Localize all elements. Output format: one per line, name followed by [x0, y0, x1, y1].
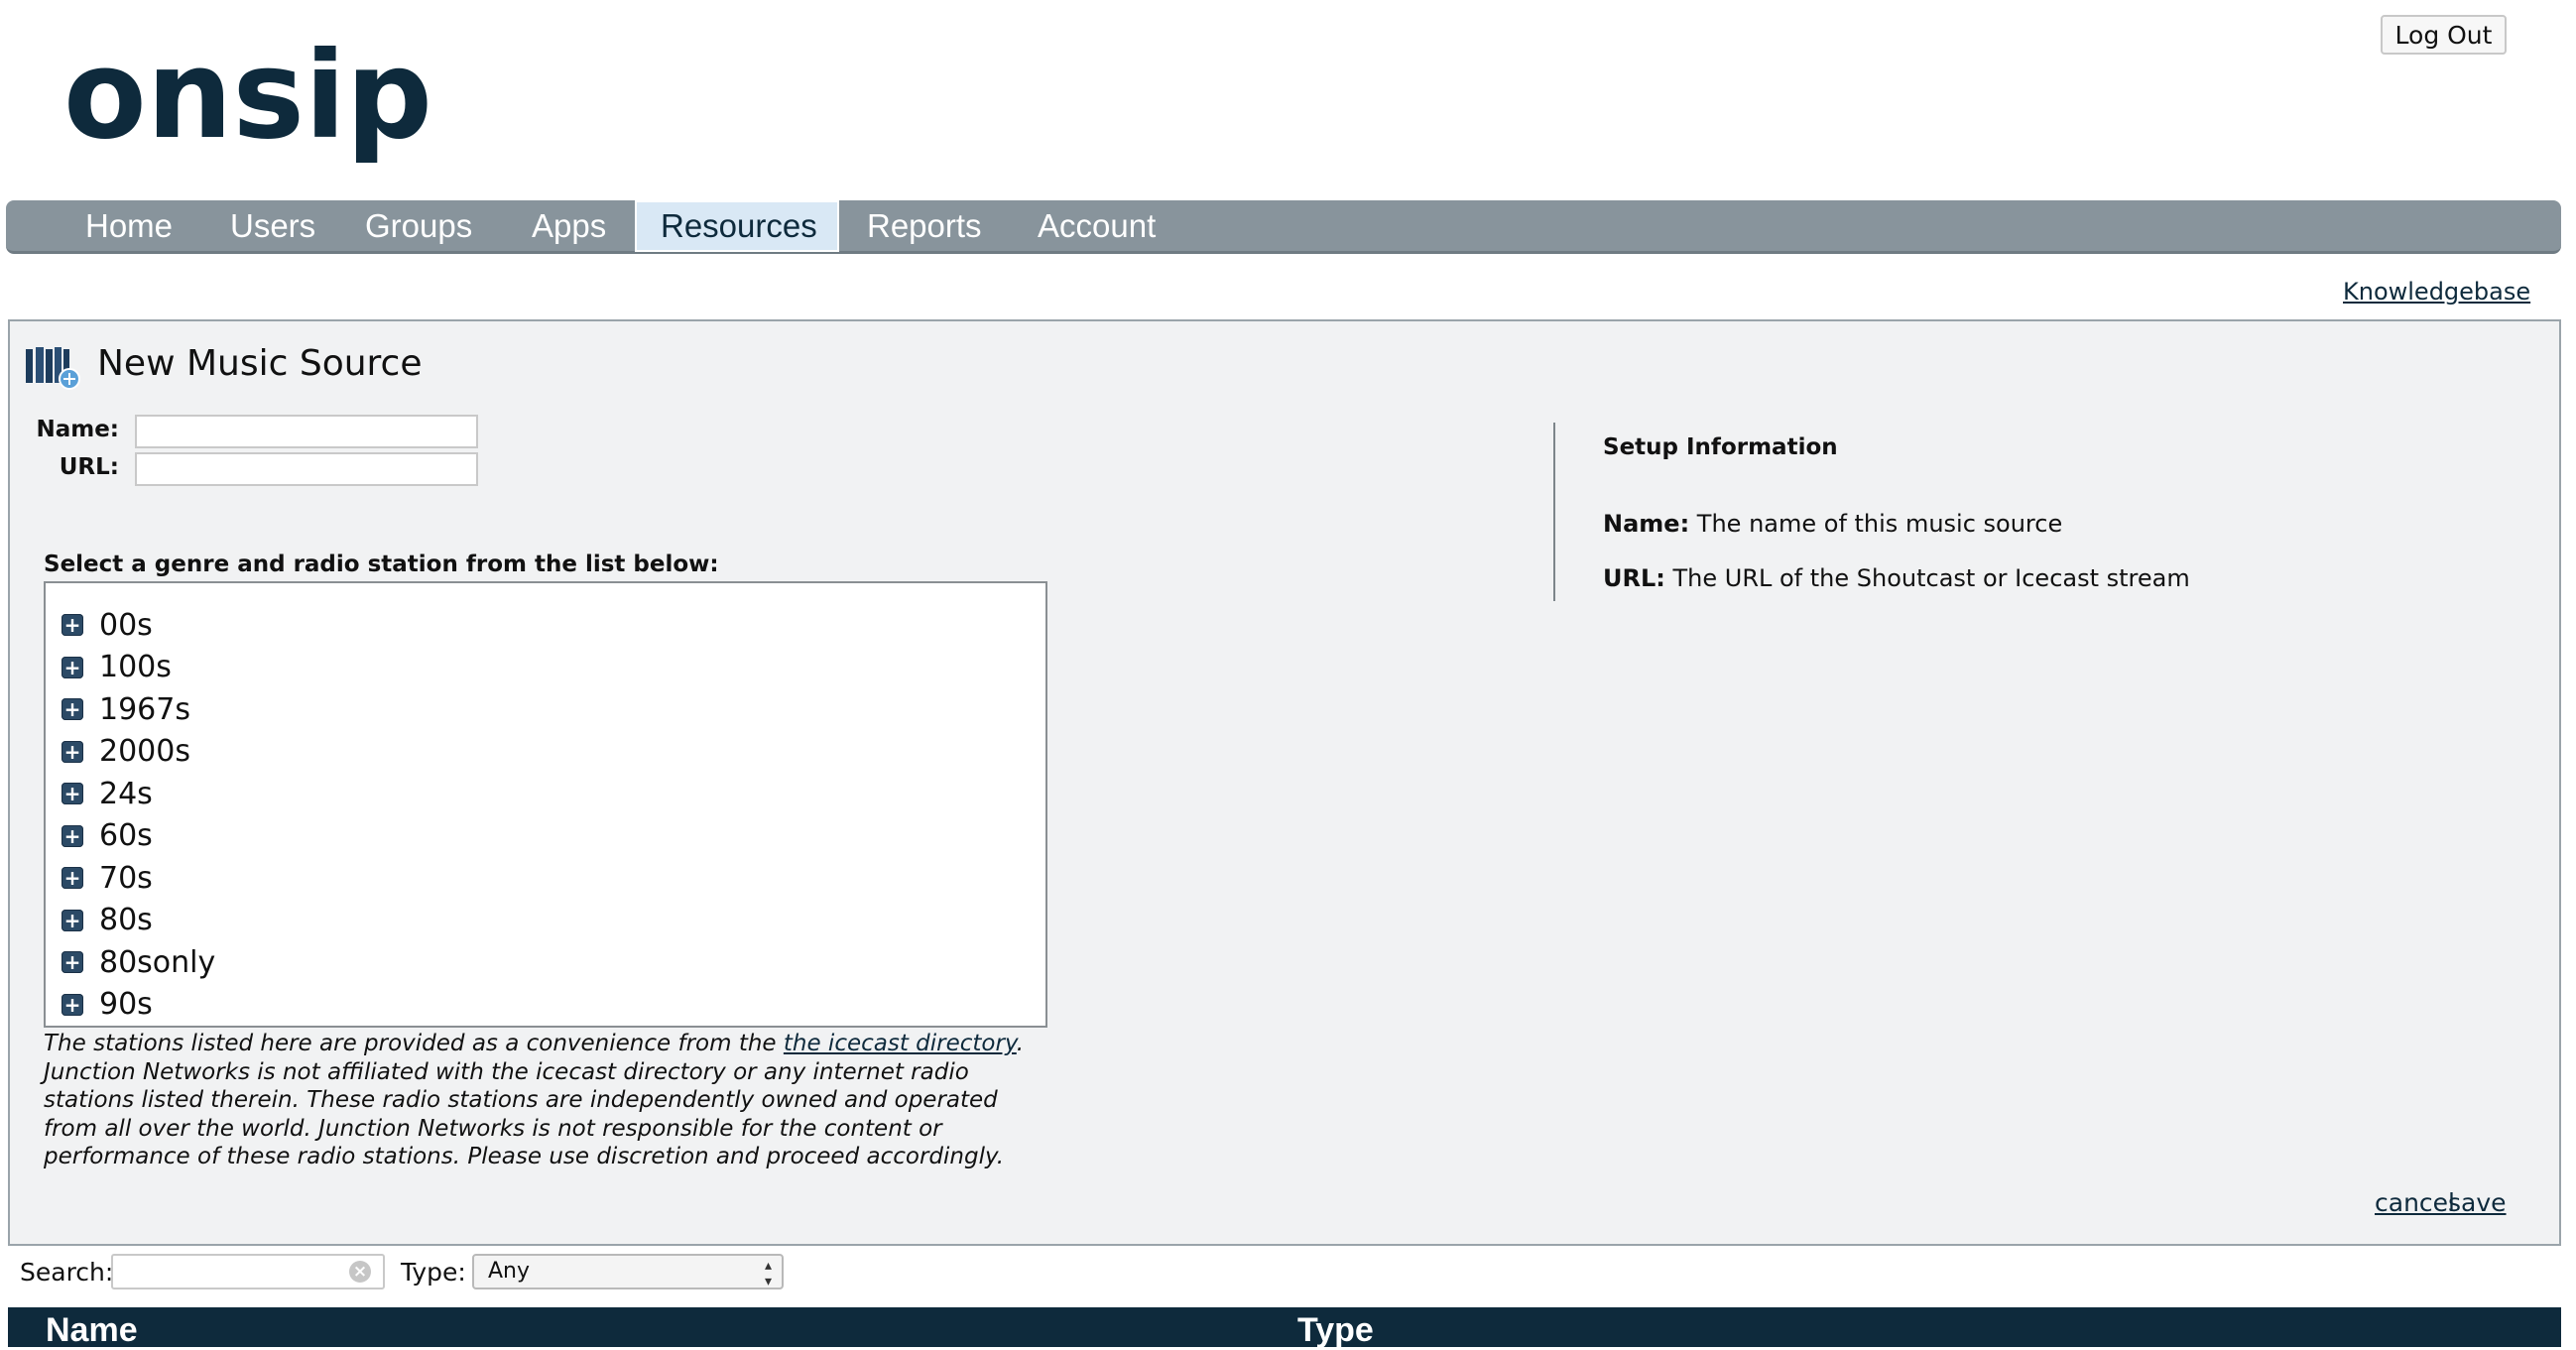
- expand-plus-icon[interactable]: +: [61, 951, 83, 973]
- genre-label: 100s: [99, 650, 172, 684]
- expand-plus-icon[interactable]: +: [61, 867, 83, 889]
- nav-users[interactable]: Users: [230, 200, 315, 252]
- genre-item[interactable]: + 80sonly: [61, 942, 215, 982]
- expand-plus-icon[interactable]: +: [61, 783, 83, 804]
- save-link[interactable]: save: [2448, 1188, 2507, 1217]
- column-header-name[interactable]: Name: [46, 1311, 138, 1350]
- url-field[interactable]: [135, 452, 478, 486]
- genre-item[interactable]: + 00s: [61, 605, 153, 645]
- setup-url-desc: The URL of the Shoutcast or Icecast stre…: [1664, 564, 2190, 592]
- info-divider: [1553, 423, 1555, 601]
- genre-label: 00s: [99, 607, 153, 643]
- genre-item[interactable]: + 70s: [61, 858, 153, 898]
- resources-table-header: Name Type: [8, 1307, 2561, 1350]
- music-library-icon: [26, 347, 80, 390]
- type-label: Type:: [401, 1258, 466, 1287]
- column-header-type[interactable]: Type: [1297, 1311, 1374, 1350]
- genre-item[interactable]: + 90s: [61, 985, 153, 1025]
- expand-plus-icon[interactable]: +: [61, 698, 83, 720]
- search-input[interactable]: [111, 1254, 385, 1289]
- url-label: URL:: [59, 454, 119, 480]
- name-field[interactable]: [135, 415, 478, 448]
- name-label: Name:: [36, 417, 119, 442]
- setup-url-term: URL:: [1603, 564, 1665, 592]
- setup-info-title: Setup Information: [1603, 434, 1838, 460]
- cancel-link[interactable]: cancel: [2375, 1188, 2455, 1217]
- logout-button[interactable]: Log Out: [2381, 15, 2507, 55]
- genre-label: 80s: [99, 903, 153, 937]
- nav-resources[interactable]: Resources: [635, 200, 839, 252]
- type-select[interactable]: Any ▴ ▾: [472, 1254, 784, 1289]
- setup-url-help: URL: The URL of the Shoutcast or Icecast…: [1603, 564, 2190, 592]
- genre-label: 1967s: [99, 691, 190, 727]
- main-nav: Home Users Groups Apps Resources Reports…: [6, 200, 2561, 254]
- nav-apps[interactable]: Apps: [532, 200, 606, 252]
- genre-label: 24s: [99, 776, 153, 811]
- onsip-logo: onsip: [63, 46, 432, 167]
- clear-search-icon[interactable]: ×: [349, 1261, 371, 1283]
- genre-tree[interactable]: + 00s + 100s + 1967s + 2000s + 24s + 60s…: [44, 581, 1047, 1028]
- search-label: Search:: [20, 1258, 114, 1287]
- disclaimer-text: The stations listed here are provided as…: [44, 1030, 1055, 1171]
- nav-groups[interactable]: Groups: [365, 200, 472, 252]
- nav-home[interactable]: Home: [85, 200, 173, 252]
- genre-item[interactable]: + 60s: [61, 816, 153, 856]
- genre-item[interactable]: + 80s: [61, 901, 153, 940]
- expand-plus-icon[interactable]: +: [61, 614, 83, 636]
- logo-text: onsip: [63, 46, 432, 167]
- knowledgebase-link[interactable]: Knowledgebase: [2343, 278, 2530, 306]
- setup-name-term: Name:: [1603, 510, 1690, 538]
- type-select-value: Any: [488, 1259, 531, 1284]
- genre-label: 70s: [99, 860, 153, 896]
- expand-plus-icon[interactable]: +: [61, 656, 83, 678]
- nav-account[interactable]: Account: [1038, 200, 1156, 252]
- nav-reports[interactable]: Reports: [867, 200, 982, 252]
- setup-name-desc: The name of this music source: [1689, 510, 2063, 538]
- select-arrows-icon: ▴ ▾: [764, 1258, 772, 1289]
- expand-plus-icon[interactable]: +: [61, 824, 83, 847]
- genre-item[interactable]: + 1967s: [61, 689, 190, 729]
- genre-item[interactable]: + 100s: [61, 648, 172, 687]
- genre-label: 90s: [99, 987, 153, 1022]
- new-music-source-panel: New Music Source Name: URL: Select a gen…: [8, 319, 2561, 1246]
- genre-label: 2000s: [99, 734, 190, 769]
- page-title: New Music Source: [97, 343, 423, 384]
- setup-name-help: Name: The name of this music source: [1603, 510, 2062, 538]
- genre-item[interactable]: + 2000s: [61, 732, 190, 772]
- genre-item[interactable]: + 24s: [61, 774, 153, 813]
- genre-label: 80sonly: [99, 944, 216, 980]
- expand-plus-icon[interactable]: +: [61, 909, 83, 931]
- expand-plus-icon[interactable]: +: [61, 993, 83, 1016]
- genre-select-prompt: Select a genre and radio station from th…: [44, 552, 719, 577]
- genre-label: 60s: [99, 818, 153, 853]
- expand-plus-icon[interactable]: +: [61, 740, 83, 763]
- icecast-directory-link[interactable]: the icecast directory: [784, 1031, 1017, 1056]
- disclaimer-intro: The stations listed here are provided as…: [44, 1031, 784, 1056]
